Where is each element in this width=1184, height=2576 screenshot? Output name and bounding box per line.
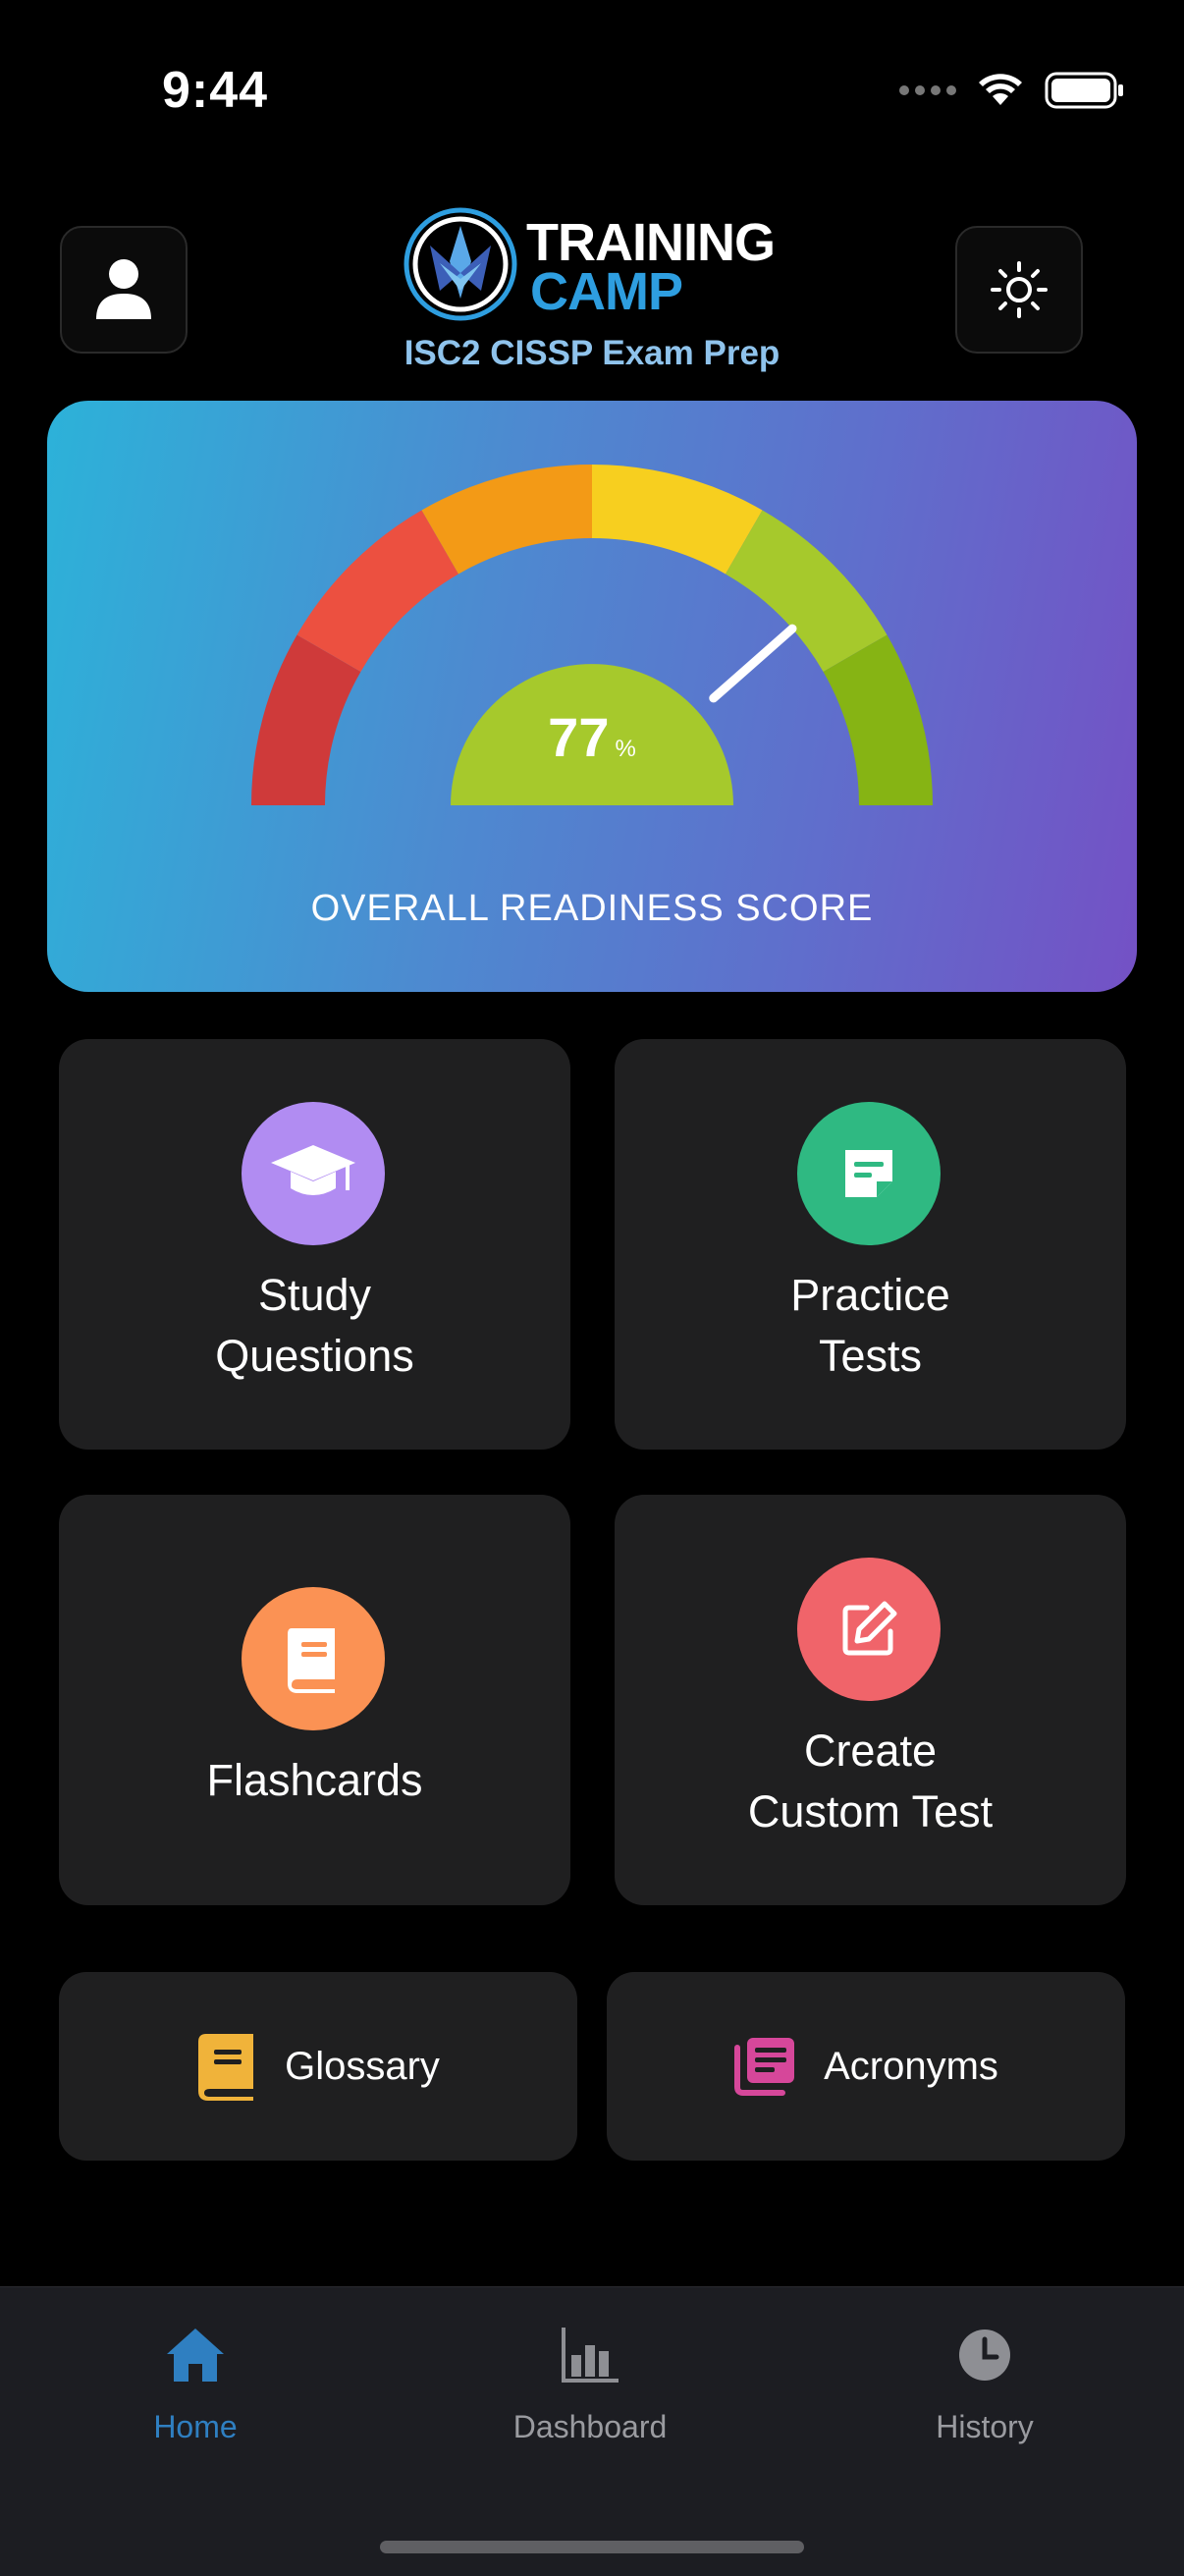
study-label: Study Questions xyxy=(59,1265,570,1387)
practice-tests-tile[interactable]: Practice Tests xyxy=(615,1039,1126,1450)
theme-toggle-button[interactable] xyxy=(955,226,1083,354)
practice-label: Practice Tests xyxy=(615,1265,1126,1387)
study-questions-tile[interactable]: Study Questions xyxy=(59,1039,570,1450)
book-icon xyxy=(288,1628,335,1693)
study-label-line2: Questions xyxy=(215,1331,414,1381)
gauge-segment-5 xyxy=(726,510,888,672)
readiness-unit: % xyxy=(615,736,636,762)
edit-icon xyxy=(842,1601,897,1656)
glossary-book-icon xyxy=(198,2034,254,2101)
tab-home[interactable]: Home xyxy=(48,2321,343,2445)
glossary-label: Glossary xyxy=(285,2044,440,2088)
training-camp-logo: TRAINING CAMP xyxy=(401,204,793,332)
app-header: TRAINING CAMP ISC2 CISSP Exam Prep xyxy=(0,196,1184,393)
custom-label-line2: Custom Test xyxy=(747,1786,994,1836)
status-bar: 9:44 xyxy=(0,0,1184,196)
status-icons xyxy=(899,71,1125,110)
clock-icon xyxy=(959,2329,1010,2381)
tab-dashboard[interactable]: Dashboard xyxy=(443,2321,737,2445)
wifi-icon xyxy=(979,74,1022,105)
flashcards-tile[interactable]: Flashcards xyxy=(59,1495,570,1905)
person-icon xyxy=(96,259,151,319)
practice-label-line2: Tests xyxy=(818,1331,923,1381)
readiness-value: 77% xyxy=(47,705,1137,769)
practice-label-line1: Practice xyxy=(790,1270,950,1320)
status-time: 9:44 xyxy=(162,62,269,119)
cellular-signal-icon xyxy=(899,85,956,95)
custom-label: Create Custom Test xyxy=(615,1721,1126,1842)
logo-emblem-icon xyxy=(404,207,517,321)
home-icon xyxy=(167,2329,224,2382)
sun-icon xyxy=(991,261,1048,318)
glossary-button[interactable]: Glossary xyxy=(59,1972,577,2161)
acronyms-button[interactable]: Acronyms xyxy=(607,1972,1125,2161)
acronyms-label: Acronyms xyxy=(824,2044,998,2088)
readiness-score-card[interactable]: 77% OVERALL READINESS SCORE xyxy=(47,401,1137,992)
tab-history[interactable]: History xyxy=(837,2321,1132,2445)
tab-dashboard-label: Dashboard xyxy=(512,2409,668,2444)
flashcards-icon-circle xyxy=(242,1587,385,1730)
tab-history-label: History xyxy=(936,2409,1034,2444)
tab-home-label: Home xyxy=(153,2409,238,2444)
study-icon-circle xyxy=(242,1102,385,1245)
battery-icon xyxy=(1045,72,1123,109)
home-indicator xyxy=(380,2541,804,2553)
bar-chart-icon xyxy=(562,2328,619,2383)
practice-icon-circle xyxy=(797,1102,941,1245)
readiness-label: OVERALL READINESS SCORE xyxy=(310,888,874,929)
bottom-tab-bar: Home Dashboard History xyxy=(0,2286,1184,2576)
custom-label-line1: Create xyxy=(803,1726,938,1776)
create-custom-test-tile[interactable]: Create Custom Test xyxy=(615,1495,1126,1905)
logo-text-camp: CAMP xyxy=(530,262,683,321)
gauge-segment-2 xyxy=(296,510,458,672)
gauge-needle xyxy=(709,624,797,703)
readiness-number: 77 xyxy=(548,706,610,768)
note-icon xyxy=(845,1150,892,1197)
flashcards-label: Flashcards xyxy=(206,1755,423,1805)
acronyms-icon xyxy=(734,2038,795,2096)
study-label-line1: Study xyxy=(257,1270,372,1320)
graduation-cap-icon xyxy=(271,1145,355,1195)
custom-icon-circle xyxy=(797,1558,941,1701)
